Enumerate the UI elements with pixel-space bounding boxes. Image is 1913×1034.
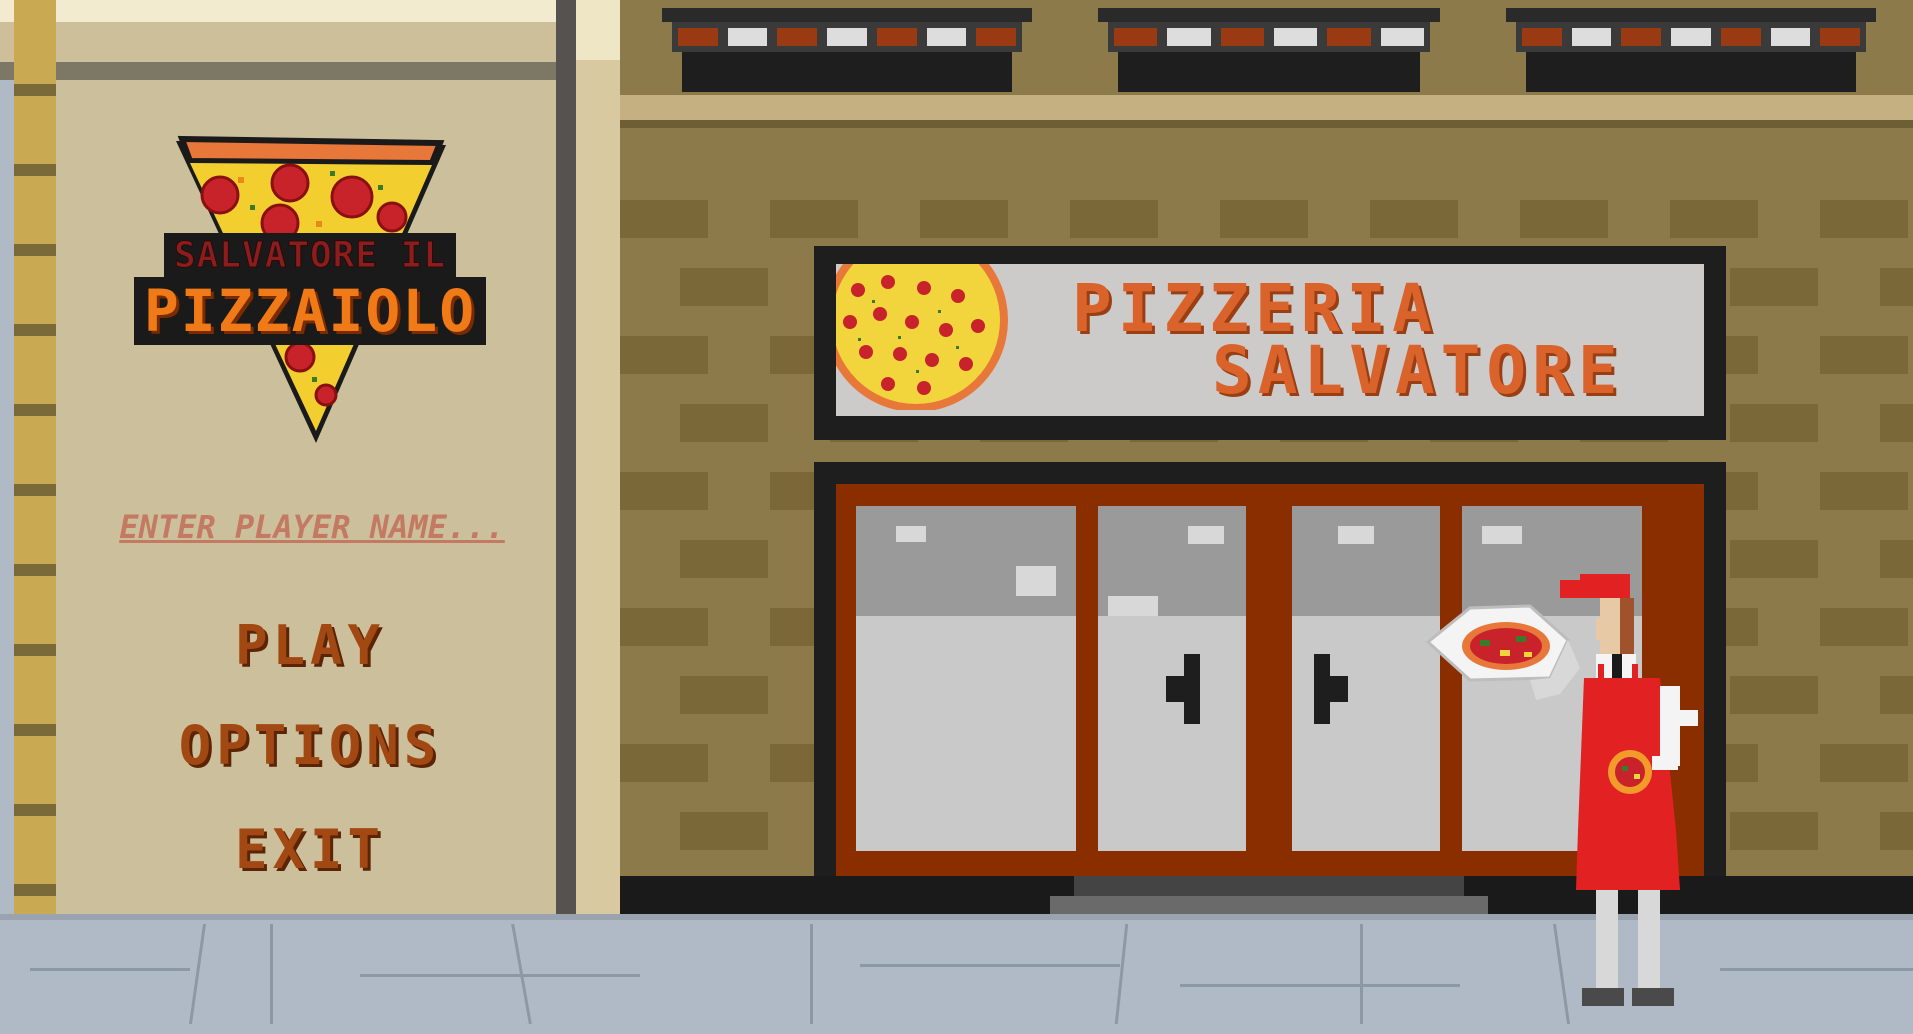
brick: [1730, 812, 1818, 850]
brick: [680, 540, 768, 578]
brick: [1820, 336, 1908, 374]
brick: [620, 336, 708, 374]
pillar-notch: [14, 804, 56, 816]
brick: [620, 608, 708, 646]
brick: [1220, 200, 1308, 238]
logo-title-line2: PIZZAIOLO: [130, 277, 490, 345]
pillar-right-cap: [576, 0, 620, 60]
brick: [920, 200, 1008, 238]
brick: [620, 744, 708, 782]
brick: [1820, 472, 1908, 510]
options-button[interactable]: OPTIONS: [80, 714, 540, 777]
chef-character: [1425, 574, 1698, 1006]
window-left: [856, 506, 1076, 851]
brick: [1730, 404, 1818, 442]
cornice: [620, 95, 1913, 120]
brick: [1730, 268, 1818, 306]
player-name-input[interactable]: [80, 502, 544, 552]
pillar-notch: [14, 484, 56, 496]
brick: [1730, 676, 1818, 714]
logo-title-line1: SALVATORE IL: [130, 233, 490, 278]
brick: [1820, 744, 1908, 782]
balcony-middle: [1098, 0, 1440, 95]
brick: [770, 200, 858, 238]
exit-button[interactable]: EXIT: [80, 818, 540, 881]
brick: [1880, 540, 1913, 578]
sign-title-line2: SALVATORE I: [1212, 332, 1624, 416]
pizza-plate: [1425, 604, 1580, 700]
doorstep-top: [1074, 876, 1464, 896]
pillar-notch: [14, 84, 56, 96]
brick: [1820, 608, 1908, 646]
game-scene: PIZZERIA SALVATORE I: [0, 0, 1913, 1034]
pillar-right: [576, 0, 620, 915]
brick: [1880, 404, 1913, 442]
balcony-left: [662, 0, 1032, 95]
brick: [680, 404, 768, 442]
brick: [1820, 200, 1908, 238]
drain-pipe: [556, 0, 576, 915]
pillar-notch: [14, 324, 56, 336]
ledge: [0, 22, 580, 80]
brick: [620, 200, 708, 238]
brick: [1730, 540, 1818, 578]
brick: [680, 812, 768, 850]
beam-top: [0, 0, 560, 22]
pillar-notch: [14, 884, 56, 896]
brick: [1880, 676, 1913, 714]
shop-sign: PIZZERIA SALVATORE I: [814, 246, 1726, 440]
brick: [680, 676, 768, 714]
pillar-notch: [14, 404, 56, 416]
brick: [680, 268, 768, 306]
balcony-right: [1506, 0, 1876, 95]
brick: [1880, 812, 1913, 850]
cornice-shadow: [620, 120, 1913, 128]
pillar-notch: [14, 244, 56, 256]
pillar-notch: [14, 644, 56, 656]
brick: [1070, 200, 1158, 238]
pillar-notch: [14, 724, 56, 736]
door-handle-left: [1166, 654, 1200, 724]
door-handle-right: [1314, 654, 1348, 724]
play-button[interactable]: PLAY: [80, 614, 540, 677]
brick: [620, 472, 708, 510]
brick: [1670, 200, 1758, 238]
pizza-icon: [836, 264, 1008, 410]
brick: [1880, 268, 1913, 306]
brick: [1370, 200, 1458, 238]
brick: [1520, 200, 1608, 238]
game-logo: SALVATORE IL PIZZAIOLO: [130, 125, 490, 455]
pillar-left: [14, 0, 56, 915]
pillar-notch: [14, 164, 56, 176]
pillar-notch: [14, 564, 56, 576]
